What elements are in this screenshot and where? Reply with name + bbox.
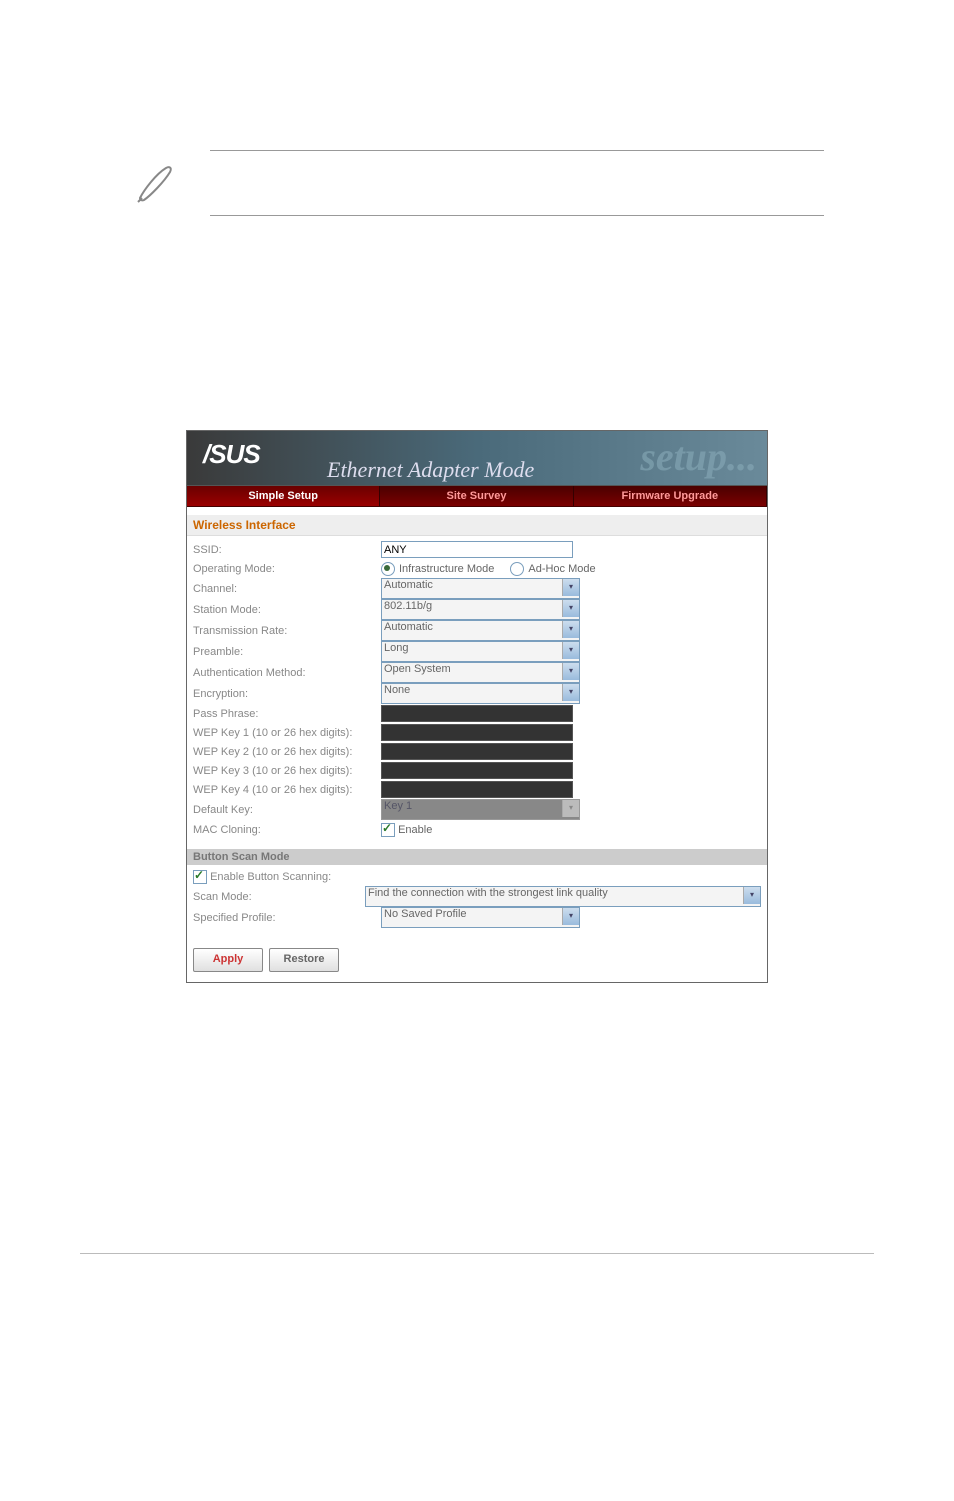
chevron-down-icon: ▾ [562, 579, 579, 596]
chevron-down-icon: ▾ [562, 908, 579, 925]
chevron-down-icon: ▾ [562, 600, 579, 617]
wep3-input[interactable] [381, 762, 573, 779]
default-key-select: Key 1 ▾ [381, 799, 580, 820]
preamble-select[interactable]: Long ▾ [381, 641, 580, 662]
passphrase-label: Pass Phrase: [193, 708, 381, 720]
note-section [130, 150, 824, 240]
divider [210, 150, 824, 151]
encryption-label: Encryption: [193, 688, 381, 700]
specified-profile-label: Specified Profile: [193, 912, 381, 924]
apply-button[interactable]: Apply [193, 948, 263, 972]
enable-button-scanning-checkbox[interactable] [193, 870, 207, 884]
infrastructure-radio[interactable] [381, 562, 395, 576]
tab-simple-setup[interactable]: Simple Setup [187, 486, 380, 506]
tx-rate-label: Transmission Rate: [193, 625, 381, 637]
tab-site-survey[interactable]: Site Survey [380, 486, 573, 506]
auth-method-select[interactable]: Open System ▾ [381, 662, 580, 683]
restore-button[interactable]: Restore [269, 948, 339, 972]
wep4-input[interactable] [381, 781, 573, 798]
enable-button-scanning-label: Enable Button Scanning: [210, 870, 331, 882]
scan-mode-select[interactable]: Find the connection with the strongest l… [365, 886, 761, 907]
default-key-label: Default Key: [193, 804, 381, 816]
chevron-down-icon: ▾ [562, 663, 579, 680]
encryption-select[interactable]: None ▾ [381, 683, 580, 704]
passphrase-input[interactable] [381, 705, 573, 722]
infrastructure-label: Infrastructure Mode [399, 563, 494, 575]
mode-title: Ethernet Adapter Mode [327, 457, 534, 483]
ssid-label: SSID: [193, 544, 381, 556]
wep2-label: WEP Key 2 (10 or 26 hex digits): [193, 746, 381, 758]
wep3-label: WEP Key 3 (10 or 26 hex digits): [193, 765, 381, 777]
auth-method-label: Authentication Method: [193, 667, 381, 679]
station-mode-select[interactable]: 802.11b/g ▾ [381, 599, 580, 620]
pen-note-icon [130, 160, 180, 210]
wep4-label: WEP Key 4 (10 or 26 hex digits): [193, 784, 381, 796]
channel-label: Channel: [193, 583, 381, 595]
ssid-input[interactable] [381, 541, 573, 558]
mac-cloning-checkbox[interactable] [381, 823, 395, 837]
chevron-down-icon: ▾ [562, 684, 579, 701]
specified-profile-select[interactable]: No Saved Profile ▾ [381, 907, 580, 928]
asus-logo: /SUS [203, 439, 260, 470]
chevron-down-icon: ▾ [562, 800, 579, 817]
wireless-section-title: Wireless Interface [187, 515, 767, 536]
setup-banner-text: setup... [640, 433, 757, 480]
mac-cloning-enable-text: Enable [398, 823, 432, 835]
setup-screenshot: /SUS Ethernet Adapter Mode setup... Simp… [186, 430, 768, 983]
footer-divider [80, 1253, 874, 1254]
mac-cloning-label: MAC Cloning: [193, 824, 381, 836]
chevron-down-icon: ▾ [562, 621, 579, 638]
chevron-down-icon: ▾ [743, 887, 760, 904]
adhoc-radio[interactable] [510, 562, 524, 576]
screenshot-header: /SUS Ethernet Adapter Mode setup... [187, 431, 767, 486]
operating-mode-label: Operating Mode: [193, 563, 381, 575]
scan-mode-label: Scan Mode: [193, 891, 365, 903]
tab-bar: Simple Setup Site Survey Firmware Upgrad… [187, 486, 767, 507]
divider [210, 215, 824, 216]
station-mode-label: Station Mode: [193, 604, 381, 616]
preamble-label: Preamble: [193, 646, 381, 658]
chevron-down-icon: ▾ [562, 642, 579, 659]
wep1-label: WEP Key 1 (10 or 26 hex digits): [193, 727, 381, 739]
button-scan-section-title: Button Scan Mode [187, 849, 767, 865]
tab-firmware-upgrade[interactable]: Firmware Upgrade [574, 486, 767, 506]
channel-select[interactable]: Automatic ▾ [381, 578, 580, 599]
tx-rate-select[interactable]: Automatic ▾ [381, 620, 580, 641]
adhoc-label: Ad-Hoc Mode [528, 563, 595, 575]
wep2-input[interactable] [381, 743, 573, 760]
wep1-input[interactable] [381, 724, 573, 741]
